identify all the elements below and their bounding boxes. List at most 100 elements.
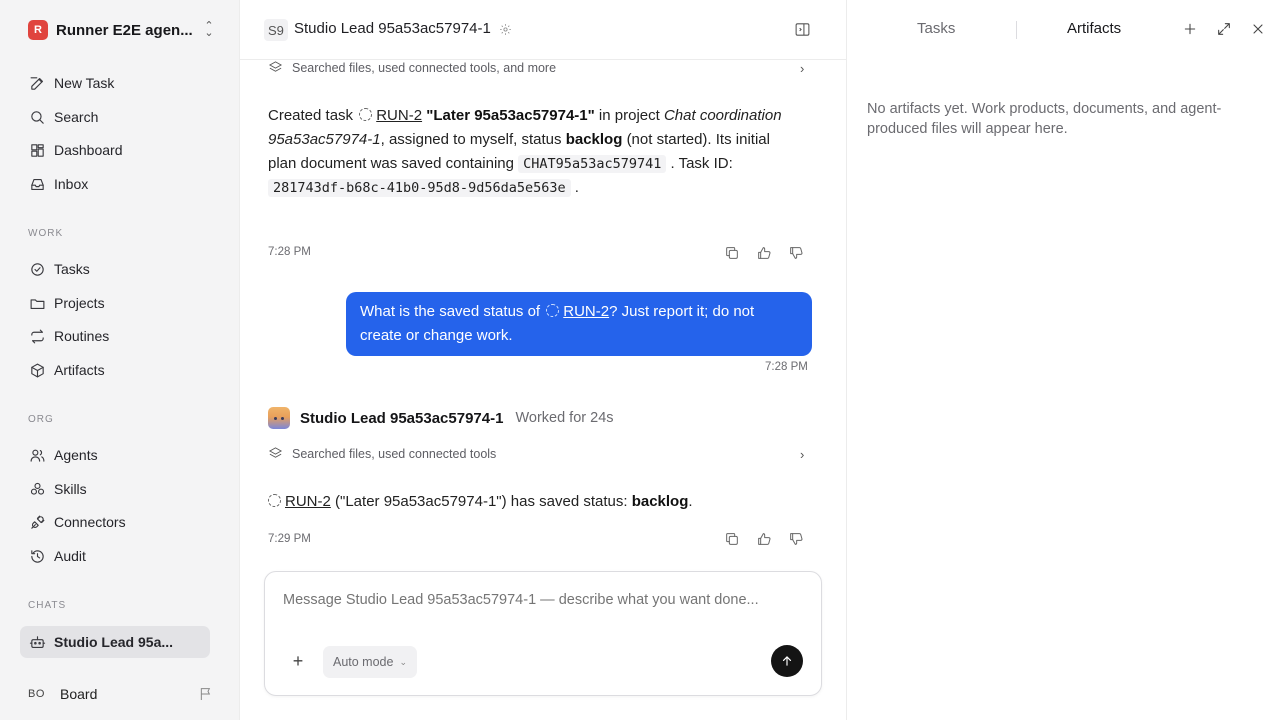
- sidebar: R Runner E2E agen... ⌃ ⌄ New Task Search …: [0, 0, 240, 720]
- sidebar-item-search[interactable]: Search: [20, 101, 210, 133]
- message-actions: [724, 531, 806, 549]
- copy-icon[interactable]: [724, 531, 742, 549]
- inbox-icon: [28, 175, 46, 193]
- message-timestamp: 7:28 PM: [765, 361, 808, 373]
- section-label-chats: CHATS: [28, 600, 67, 611]
- assistant-message: Created task RUN-2 "Later 95a53ac57974-1…: [268, 107, 782, 197]
- add-attachment-button[interactable]: +: [289, 652, 307, 670]
- tab-artifacts[interactable]: Artifacts: [1067, 20, 1121, 37]
- arrow-up-icon: [782, 656, 792, 666]
- sidebar-item-label: Inbox: [54, 176, 89, 192]
- section-label-org: ORG: [28, 414, 54, 425]
- sidebar-item-label: Audit: [54, 548, 86, 564]
- task-status-icon: [268, 494, 281, 507]
- assistant-message: RUN-2 ("Later 95a53ac57974-1") has saved…: [268, 490, 788, 514]
- workspace-switcher[interactable]: R Runner E2E agen... ⌃ ⌄: [28, 19, 216, 41]
- sidebar-item-inbox[interactable]: Inbox: [20, 168, 210, 200]
- task-status-icon: [546, 304, 560, 317]
- edit-icon: [28, 74, 46, 92]
- task-link[interactable]: RUN-2: [376, 107, 422, 124]
- tool-activity-row[interactable]: Searched files, used connected tools, an…: [268, 58, 812, 78]
- sidebar-item-label: Tasks: [54, 261, 90, 277]
- sidebar-item-skills[interactable]: Skills: [20, 473, 210, 505]
- sidebar-item-audit[interactable]: Audit: [20, 540, 210, 572]
- copy-icon[interactable]: [724, 245, 742, 263]
- thumbs-down-icon[interactable]: [788, 245, 806, 263]
- close-icon[interactable]: [1250, 21, 1268, 39]
- plus-icon[interactable]: [1182, 21, 1200, 39]
- message-input[interactable]: [283, 592, 803, 608]
- sidebar-item-new-task[interactable]: New Task: [20, 67, 210, 99]
- sidebar-item-dashboard[interactable]: Dashboard: [20, 134, 210, 166]
- sidebar-item-tasks[interactable]: Tasks: [20, 253, 210, 285]
- chat-header: S9 Studio Lead 95a53ac57974-1: [240, 0, 846, 60]
- thumbs-down-icon[interactable]: [788, 531, 806, 549]
- sidebar-item-connectors[interactable]: Connectors: [20, 506, 210, 538]
- plug-icon: [28, 513, 46, 531]
- dashboard-icon: [28, 141, 46, 159]
- user-message-bubble: What is the saved status of RUN-2? Just …: [346, 292, 812, 356]
- agent-badge: S9: [264, 19, 288, 41]
- sidebar-item-label: Agents: [54, 447, 98, 463]
- mode-select[interactable]: Auto mode ⌄: [323, 646, 418, 678]
- inline-code: CHAT95a53ac579741: [518, 155, 667, 173]
- sidebar-item-label: Projects: [54, 295, 105, 311]
- message-timestamp: 7:29 PM: [268, 533, 311, 545]
- task-link[interactable]: RUN-2: [285, 493, 331, 510]
- sidebar-item-artifacts[interactable]: Artifacts: [20, 354, 210, 386]
- chevron-down-icon: ⌄: [399, 656, 408, 667]
- expand-icon[interactable]: [1216, 21, 1234, 39]
- agent-message-header: Studio Lead 95a53ac57974-1 Worked for 24…: [268, 407, 614, 429]
- layers-icon: [268, 60, 284, 76]
- sidebar-item-label: Artifacts: [54, 362, 105, 378]
- workspace-name: Runner E2E agen...: [56, 21, 193, 39]
- sidebar-item-projects[interactable]: Projects: [20, 287, 210, 319]
- box-icon: [28, 361, 46, 379]
- worked-duration: Worked for 24s: [515, 410, 614, 426]
- sidebar-item-agents[interactable]: Agents: [20, 439, 210, 471]
- user-name: Board: [60, 686, 98, 702]
- message-composer: + Auto mode ⌄: [264, 571, 822, 696]
- sidebar-item-label: Dashboard: [54, 142, 123, 158]
- folder-icon: [28, 294, 46, 312]
- tool-activity-label: Searched files, used connected tools: [292, 447, 497, 461]
- right-panel: Tasks Artifacts No artifacts yet. Work p…: [846, 0, 1280, 720]
- search-icon: [28, 108, 46, 126]
- sidebar-item-routines[interactable]: Routines: [20, 320, 210, 352]
- tab-divider: [1016, 21, 1017, 39]
- panel-toggle-icon[interactable]: [794, 21, 812, 39]
- sidebar-item-label: Search: [54, 109, 99, 125]
- sidebar-item-label: Skills: [54, 481, 87, 497]
- task-link[interactable]: RUN-2: [563, 303, 609, 320]
- gear-icon[interactable]: [499, 23, 512, 36]
- send-button[interactable]: [771, 645, 803, 677]
- tab-tasks[interactable]: Tasks: [917, 20, 955, 37]
- chat-main: S9 Studio Lead 95a53ac57974-1 Searched f…: [240, 0, 846, 720]
- mode-label: Auto mode: [333, 655, 394, 669]
- chevron-right-icon: ›: [800, 60, 805, 76]
- inline-code: 281743df-b68c-41b0-95d8-9d56da5e563e: [268, 179, 571, 197]
- task-status-icon: [359, 108, 373, 121]
- message-timestamp: 7:28 PM: [268, 246, 311, 258]
- thumbs-up-icon[interactable]: [756, 531, 774, 549]
- repeat-icon: [28, 327, 46, 345]
- history-icon: [28, 547, 46, 565]
- chevron-right-icon: ›: [800, 446, 805, 462]
- users-icon: [28, 446, 46, 464]
- page-title: Studio Lead 95a53ac57974-1: [294, 20, 491, 37]
- avatar: BO: [28, 688, 45, 700]
- chevron-up-down-icon: ⌃ ⌄: [204, 20, 214, 39]
- layers-icon: [268, 446, 284, 462]
- message-actions: [724, 245, 806, 263]
- tool-activity-row[interactable]: Searched files, used connected tools ›: [268, 444, 812, 464]
- workspace-logo: R: [28, 20, 48, 40]
- flag-icon[interactable]: [198, 686, 214, 702]
- artifacts-empty-state: No artifacts yet. Work products, documen…: [867, 101, 1222, 137]
- right-panel-tabs: Tasks Artifacts: [847, 0, 1280, 60]
- sidebar-item-label: Connectors: [54, 514, 126, 530]
- sidebar-item-chat-studio-lead[interactable]: Studio Lead 95a...: [20, 626, 210, 658]
- user-menu[interactable]: BO Board: [28, 683, 214, 705]
- sidebar-item-label: New Task: [54, 75, 115, 91]
- sidebar-item-label: Studio Lead 95a...: [54, 634, 174, 650]
- thumbs-up-icon[interactable]: [756, 245, 774, 263]
